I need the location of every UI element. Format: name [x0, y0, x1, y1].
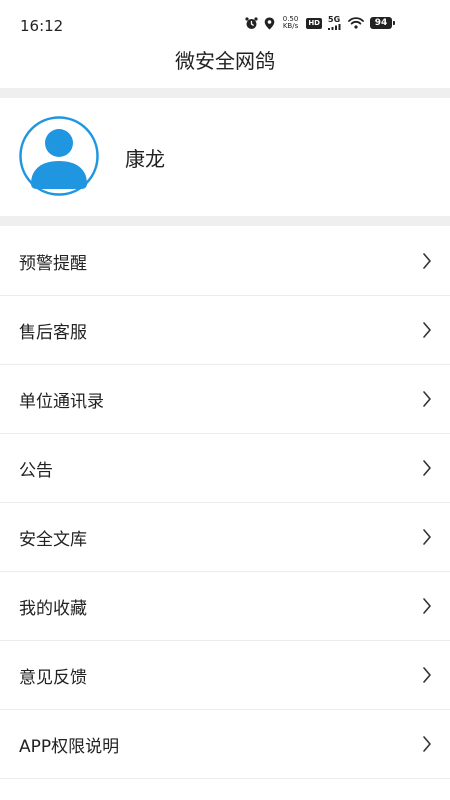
chevron-right-icon — [423, 322, 431, 338]
location-icon — [264, 17, 275, 30]
network-speed: 0.50 KB/s — [283, 16, 299, 30]
hd-badge: HD — [306, 17, 322, 29]
chevron-right-icon — [423, 529, 431, 545]
menu-item-label: 安全文库 — [19, 530, 87, 550]
menu-item-warning-reminder[interactable]: 预警提醒 — [0, 227, 450, 296]
page-title: 微安全网鸽 — [175, 49, 275, 73]
section-divider — [0, 216, 450, 226]
profile-card[interactable]: 康龙 — [0, 98, 450, 216]
menu-item-safety-library[interactable]: 安全文库 — [0, 503, 450, 572]
battery-level: 94 — [374, 18, 388, 28]
menu-item-label: 售后客服 — [19, 323, 87, 343]
chevron-right-icon — [423, 736, 431, 752]
menu-item-label: 预警提醒 — [19, 254, 87, 274]
signal-icon: 5G — [328, 16, 342, 30]
avatar[interactable] — [19, 116, 99, 196]
chevron-right-icon — [423, 253, 431, 269]
chevron-right-icon — [423, 391, 431, 407]
menu-item-unit-directory[interactable]: 单位通讯录 — [0, 365, 450, 434]
user-avatar-icon — [19, 116, 99, 196]
menu-item-label: 单位通讯录 — [19, 392, 104, 412]
menu-item-my-favorites[interactable]: 我的收藏 — [0, 572, 450, 641]
network-speed-unit: KB/s — [282, 22, 299, 30]
menu-item-label: 我的收藏 — [19, 599, 87, 619]
menu-item-label: 意见反馈 — [19, 668, 87, 688]
section-divider — [0, 88, 450, 98]
network-type-label: 5G — [328, 15, 341, 24]
menu-item-label: 公告 — [19, 461, 53, 481]
chevron-right-icon — [423, 667, 431, 683]
menu-item-announcements[interactable]: 公告 — [0, 434, 450, 503]
menu-item-feedback[interactable]: 意见反馈 — [0, 641, 450, 710]
profile-name: 康龙 — [125, 147, 165, 171]
status-time: 16:12 — [20, 17, 64, 35]
menu-list: 预警提醒 售后客服 单位通讯录 公告 安全文库 我的收藏 意见反馈 APP权限说… — [0, 227, 450, 779]
menu-item-label: APP权限说明 — [19, 737, 120, 757]
menu-item-app-permissions[interactable]: APP权限说明 — [0, 710, 450, 779]
battery-icon: 94 — [370, 17, 395, 29]
menu-item-after-sales-service[interactable]: 售后客服 — [0, 296, 450, 365]
alarm-icon — [245, 16, 258, 30]
wifi-icon — [348, 17, 364, 29]
chevron-right-icon — [423, 598, 431, 614]
status-icons: 0.50 KB/s HD 5G 94 — [245, 16, 395, 30]
chevron-right-icon — [423, 460, 431, 476]
